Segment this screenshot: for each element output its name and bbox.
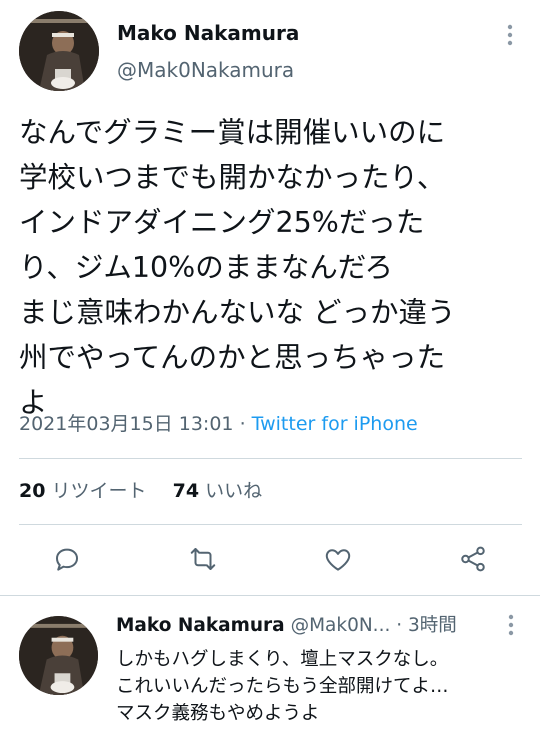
tweet-text-line: インドアダイニング25%だった xyxy=(19,206,425,239)
tweet-text-line: 州でやってんのかと思っちゃった xyxy=(19,341,446,374)
share-button[interactable] xyxy=(458,544,488,574)
tweet-text-line: 学校いつまでも開かなかったり、 xyxy=(19,161,446,194)
divider xyxy=(19,458,522,459)
like-count: 74 xyxy=(172,480,200,502)
retweets-stat[interactable]: 20 リツイート xyxy=(19,480,153,502)
like-button[interactable] xyxy=(323,544,353,574)
tweet-text-line: まじ意味わかんないな どっか違う xyxy=(19,296,456,329)
retweet-icon xyxy=(190,548,216,570)
tweet-stats: 20 リツイート 74 いいね xyxy=(19,478,262,504)
reply-time[interactable]: 3時間 xyxy=(408,615,457,636)
share-icon xyxy=(461,546,485,572)
tweet-date[interactable]: 2021年03月15日 13:01 xyxy=(19,413,234,435)
more-options-icon[interactable] xyxy=(504,24,516,49)
meta-separator: · xyxy=(239,413,246,435)
tweet-text-line: なんでグラミー賞は開催いいのに xyxy=(19,116,446,149)
reply-text-line: これいいんだったらもう全部開けてよ… xyxy=(116,676,449,697)
reply-text: しかもハグしまくり、壇上マスクなし。 これいいんだったらもう全部開けてよ… マス… xyxy=(116,646,526,727)
tweet-source-link[interactable]: Twitter for iPhone xyxy=(252,413,418,435)
reply-separator: · xyxy=(396,615,403,636)
divider xyxy=(19,524,522,525)
tweet-meta: 2021年03月15日 13:01 · Twitter for iPhone xyxy=(19,411,418,437)
reply-author-handle[interactable]: @Mak0N... xyxy=(291,615,391,636)
retweet-button[interactable] xyxy=(188,544,218,574)
reply-text-line: しかもハグしまくり、壇上マスクなし。 xyxy=(116,649,449,670)
tweet-text-line: り、ジム10%のままなんだろ xyxy=(19,251,393,284)
reply-author-name[interactable]: Mako Nakamura xyxy=(116,615,285,636)
author-handle[interactable]: @Mak0Nakamura xyxy=(117,57,294,83)
likes-stat[interactable]: 74 いいね xyxy=(173,480,263,502)
reply-more-options-icon[interactable] xyxy=(505,614,517,639)
reply-header: Mako Nakamura @Mak0N... · 3時間 xyxy=(116,613,457,639)
author-avatar[interactable] xyxy=(19,11,99,91)
reply-icon xyxy=(56,548,78,571)
like-icon xyxy=(325,549,351,571)
reply-button[interactable] xyxy=(52,544,82,574)
divider xyxy=(0,595,540,596)
retweet-count: 20 xyxy=(19,480,46,502)
author-name[interactable]: Mako Nakamura xyxy=(117,20,299,46)
tweet-text: なんでグラミー賞は開催いいのに 学校いつまでも開かなかったり、 インドアダイニン… xyxy=(19,110,529,425)
like-label: いいね xyxy=(205,480,263,502)
reply-text-line: マスク義務もやめようよ xyxy=(116,703,320,724)
reply-author-avatar[interactable] xyxy=(19,616,98,695)
retweet-label: リツイート xyxy=(51,480,147,502)
